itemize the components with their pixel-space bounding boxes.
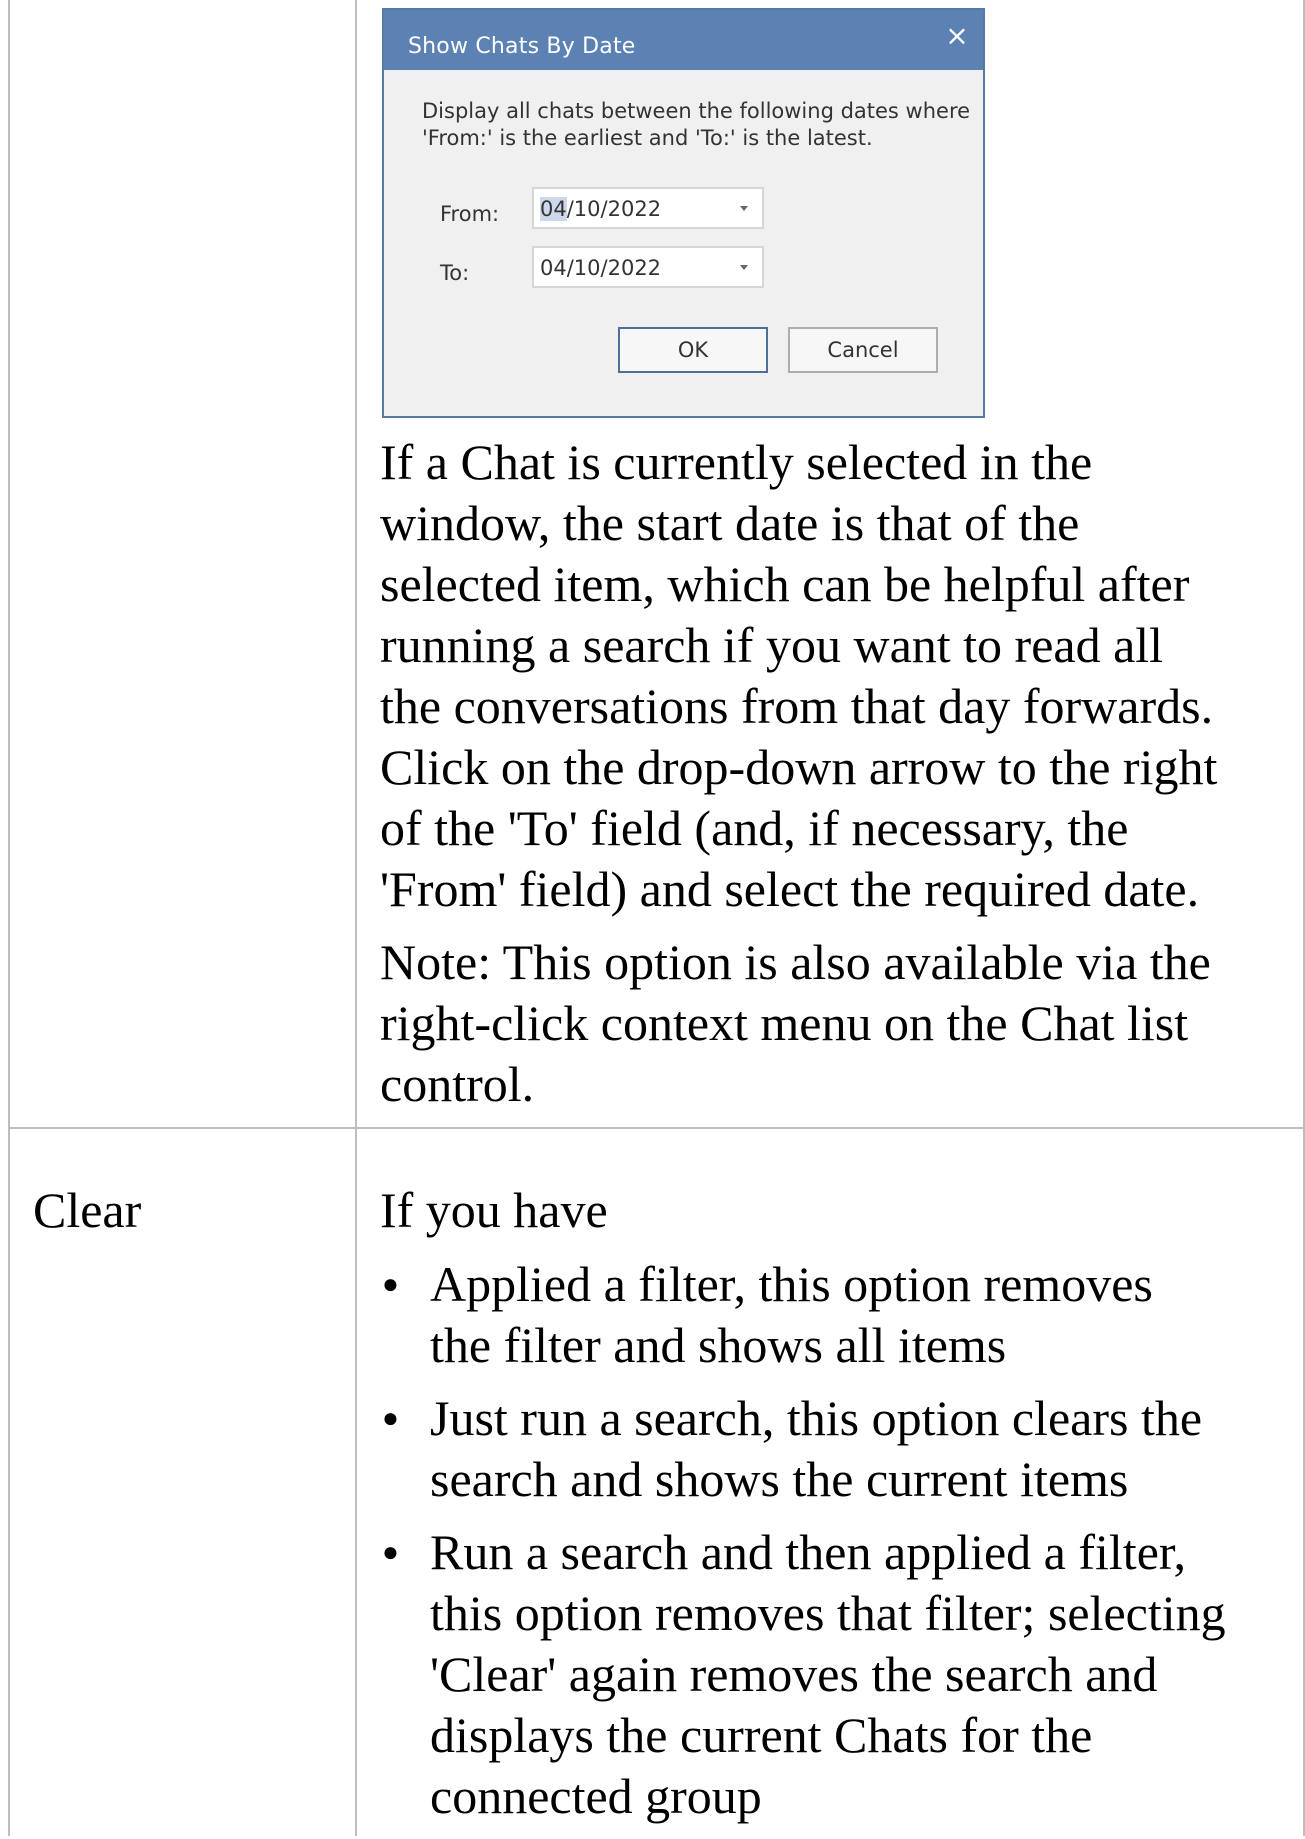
text-line: If a Chat is currently selected in the (380, 434, 1093, 490)
row2-intro: If you have (380, 1182, 608, 1238)
text-line: Run a search and then applied a filter, (430, 1524, 1187, 1580)
text-line: this option removes that filter; selecti… (430, 1585, 1226, 1641)
row1-note: Note: This option is also available via … (380, 932, 1211, 1115)
text-line: Applied a filter, this option removes (430, 1256, 1153, 1312)
table-row-divider (8, 1127, 1305, 1129)
from-label: From: (440, 202, 500, 226)
bullet-icon: ● (382, 1537, 399, 1568)
text-line: 'From' field) and select the required da… (380, 861, 1200, 917)
text-line: selected item, which can be helpful afte… (380, 556, 1190, 612)
dialog-description-line: Display all chats between the following … (422, 99, 971, 123)
text-line: of the 'To' field (and, if necessary, th… (380, 800, 1129, 856)
dialog-description-line: 'From:' is the earliest and 'To:' is the… (422, 126, 873, 150)
text-line: 'Clear' again removes the search and (430, 1646, 1158, 1702)
text-line: Note: This option is also available via … (380, 934, 1211, 990)
row2-option-label: Clear (33, 1182, 142, 1238)
text-line: connected group (430, 1768, 762, 1824)
to-date-value: 04/10/2022 (540, 256, 662, 280)
show-chats-by-date-dialog: Show Chats By Date × Display all chats b… (382, 8, 985, 418)
table-column-divider (355, 0, 357, 1836)
table-border-left (8, 0, 10, 1836)
to-date-picker[interactable]: 04/10/2022 (532, 246, 764, 288)
text-line: the filter and shows all items (430, 1317, 1007, 1373)
from-date-value: 04/10/2022 (540, 197, 662, 221)
dialog-title: Show Chats By Date (408, 34, 636, 59)
ok-button[interactable]: OK (618, 327, 768, 373)
text-line: search and shows the current items (430, 1451, 1129, 1507)
chevron-down-icon[interactable] (740, 206, 748, 211)
text-line: Just run a search, this option clears th… (430, 1390, 1203, 1446)
list-item: ● Just run a search, this option clears … (380, 1388, 1226, 1510)
dialog-description: Display all chats between the following … (422, 98, 970, 152)
bullet-icon: ● (382, 1403, 399, 1434)
text-line: displays the current Chats for the (430, 1707, 1093, 1763)
close-icon[interactable]: × (939, 18, 975, 54)
text-line: right-click context menu on the Chat lis… (380, 995, 1189, 1051)
text-line: running a search if you want to read all (380, 617, 1164, 673)
row2-bullet-list: ● Applied a filter, this option removes … (380, 1254, 1226, 1839)
text-line: window, the start date is that of the (380, 495, 1080, 551)
list-item: ● Run a search and then applied a filter… (380, 1522, 1226, 1827)
row1-description: If a Chat is currently selected in the w… (380, 432, 1217, 920)
options-table: Show Chats By Date × Display all chats b… (0, 0, 1305, 1836)
text-line: control. (380, 1056, 535, 1112)
bullet-icon: ● (382, 1269, 399, 1300)
to-label: To: (440, 261, 470, 285)
text-line: the conversations from that day forwards… (380, 678, 1214, 734)
list-item: ● Applied a filter, this option removes … (380, 1254, 1226, 1376)
from-date-picker[interactable]: 04/10/2022 (532, 187, 764, 229)
dialog-titlebar: Show Chats By Date × (384, 10, 983, 70)
cancel-button[interactable]: Cancel (788, 327, 938, 373)
chevron-down-icon[interactable] (740, 265, 748, 270)
text-line: Click on the drop-down arrow to the righ… (380, 739, 1218, 795)
